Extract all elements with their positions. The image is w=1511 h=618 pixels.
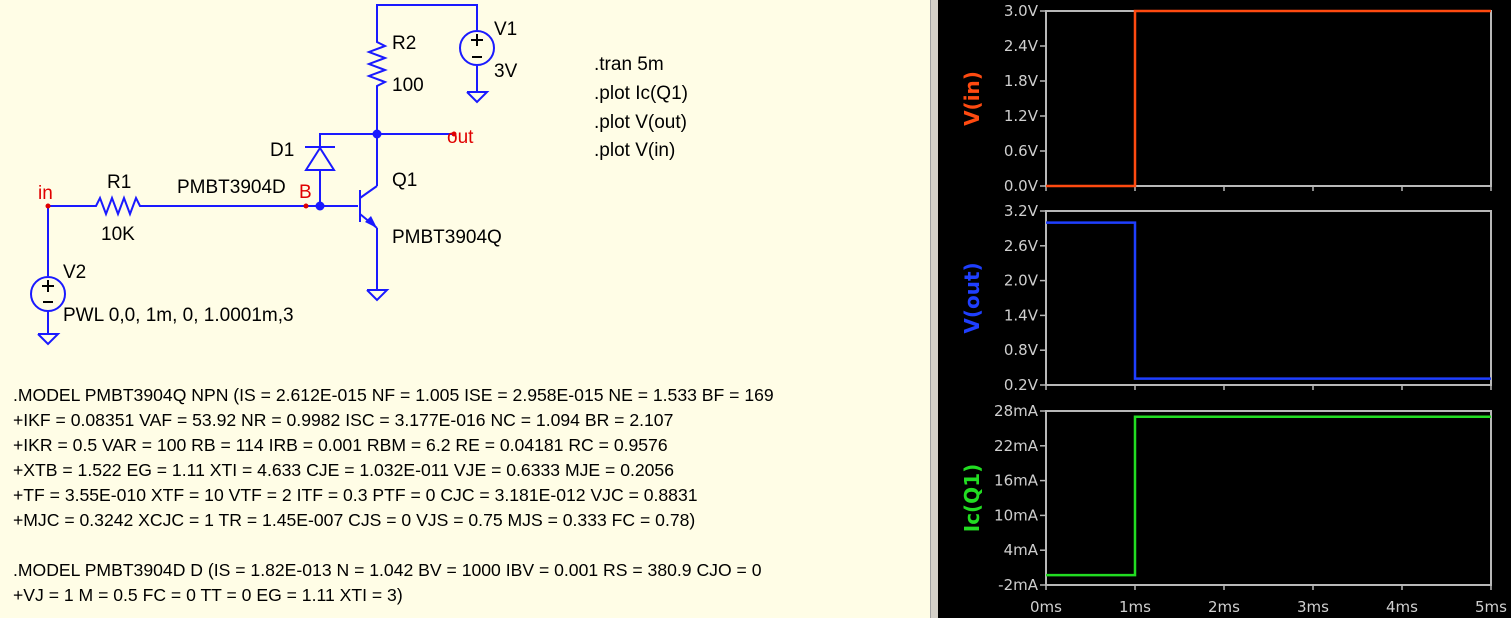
- model-line: +IKR = 0.5 VAR = 100 RB = 114 IRB = 0.00…: [13, 435, 668, 455]
- d1-model-label: PMBT3904D: [177, 177, 286, 198]
- model-line: .MODEL PMBT3904Q NPN (IS = 2.612E-015 NF…: [13, 385, 774, 405]
- x-tick-label: 3ms: [1297, 598, 1329, 616]
- model-line: +TF = 3.55E-010 XTF = 10 VTF = 2 ITF = 0…: [13, 485, 698, 505]
- y-tick-label: 0.0V: [1004, 177, 1039, 195]
- waveform-plots: 3.0V 2.4V 1.8V 1.2V 0.6V 0.0V V(in) 3.2V 2.6V 2.0…: [960, 2, 1507, 616]
- plot-frame: [1045, 410, 1492, 586]
- y-tick-label: 3.0V: [1004, 2, 1039, 20]
- y-tick-label: 2.6V: [1004, 237, 1039, 255]
- waveform-viewer[interactable]: 3.0V 2.4V 1.8V 1.2V 0.6V 0.0V V(in) 3.2V 2.6V 2.0…: [938, 0, 1511, 618]
- y-axis-label: V(in): [960, 71, 984, 126]
- y-tick-label: 2.0V: [1004, 272, 1039, 290]
- ground-symbol: [366, 289, 390, 302]
- schematic-canvas[interactable]: R2 100 V1 3V out D1 PMBT3904D B Q1 PMBT3…: [0, 0, 930, 618]
- y-tick-label: 1.8V: [1004, 72, 1039, 90]
- v2-value-label: PWL 0,0, 1m, 0, 1.0001m,3: [63, 305, 294, 326]
- v1-name-label: V1: [494, 19, 517, 40]
- spice-directive: .plot V(in): [594, 140, 675, 161]
- plot-frame: [1045, 10, 1492, 187]
- y-axis-label: Ic(Q1): [960, 464, 984, 533]
- r2-name-label: R2: [392, 33, 416, 54]
- y-tick-label: 2.4V: [1004, 37, 1039, 55]
- net-label-out: out: [447, 127, 474, 148]
- x-tick-label: 1ms: [1119, 598, 1151, 616]
- y-tick-label: -2mA: [998, 576, 1039, 594]
- ground-symbol: [37, 333, 61, 346]
- net-label-dot: [45, 203, 51, 209]
- d1-name-label: D1: [270, 140, 294, 161]
- q1-emitter-arrow: [365, 216, 377, 228]
- r1-name-label: R1: [107, 172, 131, 193]
- wire: [319, 133, 377, 147]
- model-line: .MODEL PMBT3904D D (IS = 1.82E-013 N = 1…: [13, 560, 762, 580]
- y-tick-label: 0.6V: [1004, 142, 1039, 160]
- r2-value-label: 100: [392, 75, 424, 96]
- pane-splitter[interactable]: [930, 0, 938, 618]
- r1-resistor-symbol: [92, 195, 146, 217]
- spice-directive: .plot Ic(Q1): [594, 83, 688, 104]
- y-tick-label: 1.2V: [1004, 107, 1039, 125]
- y-tick-label: 10mA: [994, 506, 1039, 524]
- x-tick-label: 0ms: [1030, 598, 1062, 616]
- q1-collector: [359, 185, 378, 199]
- v1-value-label: 3V: [494, 61, 518, 82]
- junction-dot: [315, 201, 325, 211]
- y-tick-label: 1.4V: [1004, 306, 1039, 324]
- spice-directive: .tran 5m: [594, 54, 664, 75]
- x-tick-label: 4ms: [1386, 598, 1418, 616]
- model-line: +VJ = 1 M = 0.5 FC = 0 TT = 0 EG = 1.11 …: [13, 585, 403, 605]
- model-line: +XTB = 1.522 EG = 1.11 XTI = 4.633 CJE =…: [13, 460, 675, 480]
- v2-name-label: V2: [63, 262, 86, 283]
- y-tick-label: 0.2V: [1004, 376, 1039, 394]
- y-tick-label: 22mA: [994, 437, 1039, 455]
- x-tick-label: 5ms: [1475, 598, 1507, 616]
- q1-name-label: Q1: [392, 170, 417, 191]
- net-label-dot: [303, 203, 309, 209]
- net-label-b: B: [299, 182, 312, 203]
- y-axis-label: V(out): [960, 262, 984, 333]
- y-tick-label: 3.2V: [1004, 202, 1039, 220]
- y-tick-label: 16mA: [994, 472, 1039, 490]
- trace-line: [1046, 415, 1491, 577]
- ground-symbol: [466, 91, 490, 104]
- trace-line: [1046, 9, 1491, 188]
- plot-frame: [1045, 210, 1492, 386]
- junction-dot: [372, 129, 382, 139]
- y-tick-label: 0.8V: [1004, 341, 1039, 359]
- y-tick-label: 4mA: [1004, 541, 1039, 559]
- r2-resistor-symbol: [366, 38, 388, 90]
- r1-value-label: 10K: [101, 224, 135, 245]
- q1-model-label: PMBT3904Q: [392, 227, 502, 248]
- model-line: +MJC = 0.3242 XCJC = 1 TR = 1.45E-007 CJ…: [13, 510, 696, 530]
- x-tick-label: 2ms: [1208, 598, 1240, 616]
- net-label-in: in: [38, 183, 53, 204]
- d1-diode-symbol: [304, 146, 336, 171]
- spice-directive: .plot V(out): [594, 112, 687, 133]
- model-line: +IKF = 0.08351 VAF = 53.92 NR = 0.9982 I…: [13, 410, 674, 430]
- y-tick-label: 28mA: [994, 402, 1039, 420]
- trace-line: [1046, 221, 1491, 380]
